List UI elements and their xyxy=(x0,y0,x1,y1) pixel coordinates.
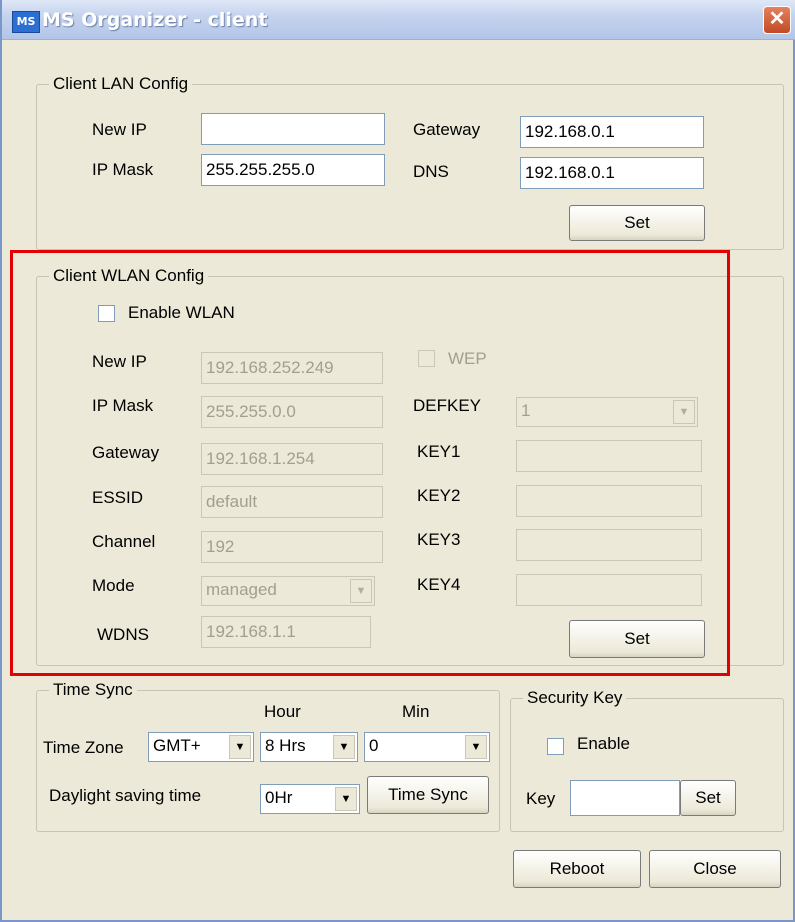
dialog-window: MS MS Organizer - client ✕ Client LAN Co… xyxy=(0,0,795,922)
chevron-down-icon[interactable]: ▼ xyxy=(350,579,372,603)
client-lan-legend: Client LAN Config xyxy=(49,74,193,94)
client-wlan-legend: Client WLAN Config xyxy=(49,266,209,286)
dst-select[interactable]: 0Hr ▼ xyxy=(260,784,360,814)
key1-label: KEY1 xyxy=(417,442,461,461)
key1-input[interactable] xyxy=(516,440,702,472)
time-sync-button[interactable]: Time Sync xyxy=(367,776,489,814)
reboot-button[interactable]: Reboot xyxy=(513,850,641,888)
enable-wlan-label: Enable WLAN xyxy=(128,303,235,322)
security-enable-label: Enable xyxy=(577,734,630,753)
wlan-channel-label: Channel xyxy=(92,532,156,551)
security-enable-checkbox[interactable] xyxy=(547,738,564,755)
wlan-mode-label: Mode xyxy=(92,576,135,595)
wlan-mode-select[interactable]: managed ▼ xyxy=(201,576,375,606)
ms-app-icon: MS xyxy=(12,11,40,33)
lan-set-button[interactable]: Set xyxy=(569,205,705,241)
security-key-input[interactable] xyxy=(570,780,680,816)
min-header: Min xyxy=(402,702,430,721)
chevron-down-icon[interactable]: ▼ xyxy=(465,735,487,759)
security-key-label: Key xyxy=(526,789,556,808)
wlan-mode-value: managed xyxy=(206,580,277,599)
lan-gateway-label: Gateway xyxy=(413,120,481,139)
wlan-wdns-label: WDNS xyxy=(97,625,149,644)
lan-new-ip-input[interactable] xyxy=(201,113,385,145)
hour-select[interactable]: 8 Hrs ▼ xyxy=(260,732,358,762)
close-button[interactable]: Close xyxy=(649,850,781,888)
key2-input[interactable] xyxy=(516,485,702,517)
defkey-label: DEFKEY xyxy=(413,396,482,415)
min-value: 0 xyxy=(369,736,379,755)
lan-gateway-input[interactable]: 192.168.0.1 xyxy=(520,116,704,148)
wlan-gateway-input[interactable]: 192.168.1.254 xyxy=(201,443,383,475)
hour-header: Hour xyxy=(264,702,301,721)
time-zone-select[interactable]: GMT+ ▼ xyxy=(148,732,254,762)
close-icon[interactable]: ✕ xyxy=(763,6,791,34)
lan-new-ip-label: New IP xyxy=(92,120,147,139)
key2-label: KEY2 xyxy=(417,486,461,505)
title-bar[interactable]: MS MS Organizer - client ✕ xyxy=(2,0,795,40)
lan-ip-mask-input[interactable]: 255.255.255.0 xyxy=(201,154,385,186)
key3-input[interactable] xyxy=(516,529,702,561)
key4-input[interactable] xyxy=(516,574,702,606)
chevron-down-icon[interactable]: ▼ xyxy=(333,735,355,759)
enable-wlan-checkbox[interactable] xyxy=(98,305,115,322)
defkey-value: 1 xyxy=(521,401,531,420)
wlan-channel-input[interactable]: 192 xyxy=(201,531,383,563)
wlan-ip-mask-input[interactable]: 255.255.0.0 xyxy=(201,396,383,428)
wlan-ip-mask-label: IP Mask xyxy=(92,396,154,415)
time-zone-value: GMT+ xyxy=(153,736,201,755)
hour-value: 8 Hrs xyxy=(265,736,306,755)
key3-label: KEY3 xyxy=(417,530,461,549)
lan-dns-input[interactable]: 192.168.0.1 xyxy=(520,157,704,189)
chevron-down-icon[interactable]: ▼ xyxy=(229,735,251,759)
defkey-select[interactable]: 1 ▼ xyxy=(516,397,698,427)
wlan-wdns-input[interactable]: 192.168.1.1 xyxy=(201,616,371,648)
chevron-down-icon[interactable]: ▼ xyxy=(335,787,357,811)
wlan-new-ip-input[interactable]: 192.168.252.249 xyxy=(201,352,383,384)
window-title: MS Organizer - client xyxy=(42,9,268,31)
security-key-legend: Security Key xyxy=(523,688,627,708)
security-set-button[interactable]: Set xyxy=(680,780,736,816)
wep-checkbox[interactable] xyxy=(418,350,435,367)
chevron-down-icon[interactable]: ▼ xyxy=(673,400,695,424)
wlan-gateway-label: Gateway xyxy=(92,443,160,462)
dst-value: 0Hr xyxy=(265,788,293,807)
min-select[interactable]: 0 ▼ xyxy=(364,732,490,762)
wlan-new-ip-label: New IP xyxy=(92,352,147,371)
wlan-essid-label: ESSID xyxy=(92,488,144,507)
dst-label: Daylight saving time xyxy=(49,786,202,805)
wlan-essid-input[interactable]: default xyxy=(201,486,383,518)
time-zone-label: Time Zone xyxy=(43,738,124,757)
wlan-set-button[interactable]: Set xyxy=(569,620,705,658)
key4-label: KEY4 xyxy=(417,575,461,594)
time-sync-legend: Time Sync xyxy=(49,680,137,700)
lan-dns-label: DNS xyxy=(413,162,449,181)
lan-ip-mask-label: IP Mask xyxy=(92,160,154,179)
wep-label: WEP xyxy=(448,349,487,368)
